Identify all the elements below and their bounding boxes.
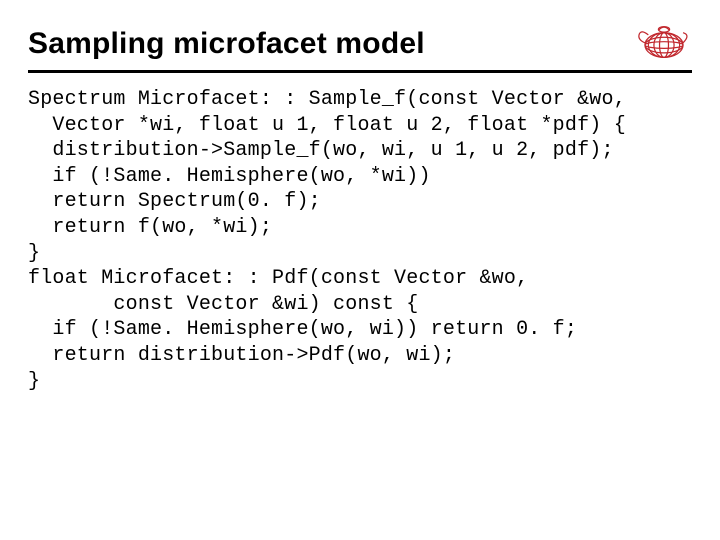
code-line: return Spectrum(0. f); — [28, 190, 321, 213]
code-line: } — [28, 242, 40, 265]
code-block: Spectrum Microfacet: : Sample_f(const Ve… — [28, 87, 692, 394]
code-line: float Microfacet: : Pdf(const Vector &wo… — [28, 267, 528, 290]
code-line: distribution->Sample_f(wo, wi, u 1, u 2,… — [28, 139, 614, 162]
code-line: return distribution->Pdf(wo, wi); — [28, 344, 455, 367]
code-line: const Vector &wi) const { — [28, 293, 418, 316]
slide-header: Sampling microfacet model — [28, 18, 692, 64]
slide: Sampling microfacet model Spectrum Mic — [0, 0, 720, 540]
code-line: return f(wo, *wi); — [28, 216, 272, 239]
slide-title: Sampling microfacet model — [28, 27, 425, 64]
code-line: Spectrum Microfacet: : Sample_f(const Ve… — [28, 88, 626, 111]
code-line: if (!Same. Hemisphere(wo, wi)) return 0.… — [28, 318, 577, 341]
code-line: if (!Same. Hemisphere(wo, *wi)) — [28, 165, 431, 188]
code-line: Vector *wi, float u 1, float u 2, float … — [28, 114, 626, 137]
header-rule — [28, 70, 692, 73]
code-line: } — [28, 370, 40, 393]
teapot-icon — [636, 18, 692, 62]
